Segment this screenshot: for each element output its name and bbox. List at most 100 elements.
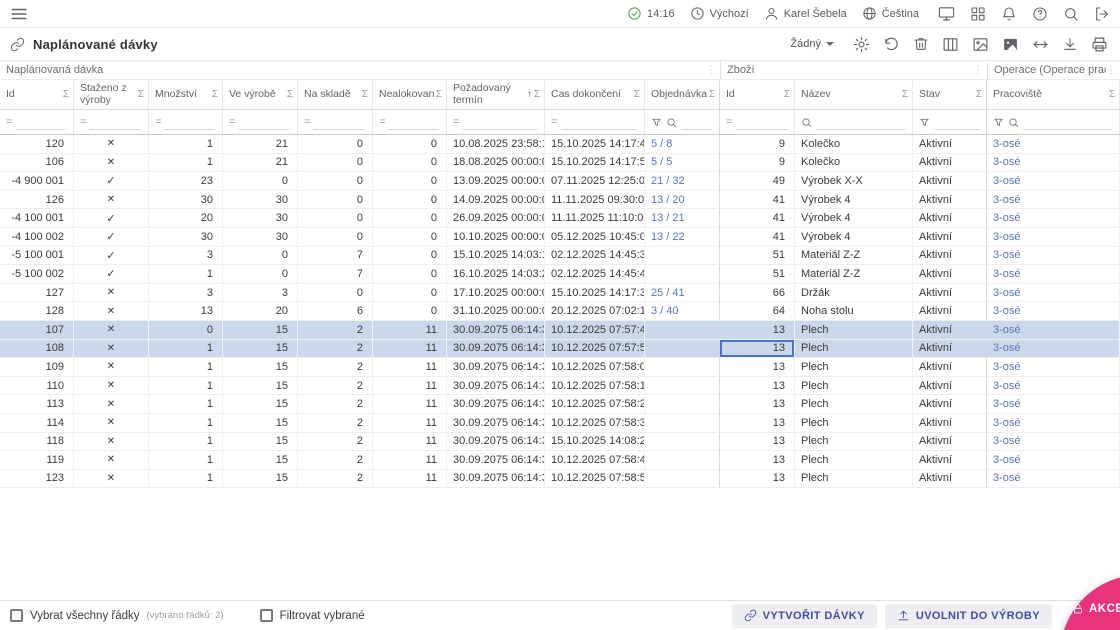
- table-row[interactable]: -5 100 001 ✓ 3 0 7 0 15.10.2025 14:03:12 02.12.…: [0, 246, 1120, 266]
- equals-operator-icon[interactable]: =: [453, 116, 459, 128]
- fit-width-button[interactable]: [1030, 34, 1051, 55]
- column-header-in-stock[interactable]: Na skladě Σ: [298, 80, 373, 109]
- release-to-production-button[interactable]: UVOLNIT DO VÝROBY: [884, 603, 1052, 628]
- import-image-button[interactable]: [1000, 34, 1021, 55]
- filter-input-required-date[interactable]: [463, 114, 537, 130]
- order-link[interactable]: 13 / 21: [651, 212, 685, 224]
- column-header-completion-date[interactable]: Čas dokončení Σ: [545, 80, 645, 109]
- aggregate-icon[interactable]: Σ: [63, 89, 69, 100]
- search-button[interactable]: [1061, 4, 1081, 24]
- order-link[interactable]: 25 / 41: [651, 287, 685, 299]
- workplace-link[interactable]: 3-osé: [993, 398, 1021, 410]
- notifications-button[interactable]: [999, 4, 1019, 24]
- table-row[interactable]: 118 ✕ 1 15 2 11 30.09.2075 06:14:35 15.10.2025 …: [0, 432, 1120, 452]
- language-selector[interactable]: Čeština: [862, 6, 919, 21]
- workplace-link[interactable]: 3-osé: [993, 324, 1021, 336]
- aggregate-icon[interactable]: Σ: [212, 89, 218, 100]
- aggregate-icon[interactable]: Σ: [784, 89, 790, 100]
- aggregate-icon[interactable]: Σ: [1109, 89, 1115, 100]
- table-row[interactable]: 127 ✕ 3 3 0 0 17.10.2025 00:00:00 15.10.2025 14…: [0, 283, 1120, 303]
- profile-selector[interactable]: Výchozí: [690, 6, 749, 21]
- order-link[interactable]: 5 / 8: [651, 138, 672, 150]
- workplace-link[interactable]: 3-osé: [993, 175, 1021, 187]
- equals-operator-icon[interactable]: =: [80, 116, 86, 128]
- table-row[interactable]: 126 ✕ 30 30 0 0 14.09.2025 00:00:00 11.11.2025 …: [0, 190, 1120, 210]
- table-row[interactable]: 108 ✕ 1 15 2 11 30.09.2075 06:14:35 10.12.2025 …: [0, 339, 1120, 359]
- order-link[interactable]: 13 / 22: [651, 231, 685, 243]
- filter-input-workplace[interactable]: [1023, 114, 1112, 130]
- column-header-unallocated[interactable]: NealokovanéΣ: [373, 80, 447, 109]
- column-header-goods-id[interactable]: Id Σ: [720, 80, 795, 109]
- workplace-link[interactable]: 3-osé: [993, 417, 1021, 429]
- filter-input-quantity[interactable]: [165, 114, 215, 130]
- table-row[interactable]: 128 ✕ 13 20 6 0 31.10.2025 00:00:00 20.12.2025 …: [0, 302, 1120, 321]
- filter-selected-checkbox[interactable]: [259, 609, 273, 622]
- equals-operator-icon[interactable]: =: [229, 116, 235, 128]
- filter-input-goods-name[interactable]: [816, 114, 905, 130]
- delete-button[interactable]: [911, 34, 931, 54]
- workplace-link[interactable]: 3-osé: [993, 305, 1021, 317]
- order-link[interactable]: 21 / 32: [651, 175, 685, 187]
- workplace-link[interactable]: 3-osé: [993, 287, 1021, 299]
- table-row[interactable]: 120 ✕ 1 21 0 0 10.08.2025 23:58:17 15.10.2025 1…: [0, 135, 1120, 154]
- filter-input-in-production[interactable]: [239, 114, 290, 130]
- aggregate-icon[interactable]: Σ: [287, 89, 293, 100]
- workplace-link[interactable]: 3-osé: [993, 361, 1021, 373]
- table-row[interactable]: -4 900 001 ✓ 23 0 0 0 13.09.2025 00:00:00 07.11…: [0, 172, 1120, 191]
- table-row[interactable]: 107 ✕ 0 15 2 11 30.09.2075 06:14:35 10.12.2025 …: [0, 320, 1120, 340]
- aggregate-icon[interactable]: Σ: [902, 89, 908, 100]
- column-header-id[interactable]: Id Σ: [0, 80, 74, 109]
- settings-button[interactable]: [851, 34, 872, 55]
- table-row[interactable]: 119 ✕ 1 15 2 11 30.09.2075 06:14:35 10.12.2025 …: [0, 451, 1120, 470]
- logout-button[interactable]: [1092, 4, 1112, 24]
- columns-button[interactable]: [940, 34, 961, 55]
- equals-operator-icon[interactable]: =: [304, 116, 310, 128]
- user-menu[interactable]: Karel Šebela: [764, 6, 847, 21]
- download-button[interactable]: [1060, 34, 1080, 54]
- column-header-in-production[interactable]: Ve výrobě Σ: [223, 80, 298, 109]
- equals-operator-icon[interactable]: =: [726, 116, 732, 128]
- order-link[interactable]: 5 / 5: [651, 156, 672, 168]
- workplace-link[interactable]: 3-osé: [993, 194, 1021, 206]
- column-header-required-date[interactable]: Požadovaný termín ↑ Σ: [447, 80, 545, 109]
- table-row[interactable]: 123 ✕ 1 15 2 11 30.09.2075 06:14:35 10.12.2025 …: [0, 469, 1120, 489]
- aggregate-icon[interactable]: Σ: [534, 89, 540, 100]
- workplace-link[interactable]: 3-osé: [993, 472, 1021, 484]
- table-row[interactable]: 109 ✕ 1 15 2 11 30.09.2075 06:14:35 10.12.2025 …: [0, 358, 1120, 377]
- filter-input-status[interactable]: [934, 114, 979, 130]
- apps-button[interactable]: [968, 4, 988, 24]
- column-header-goods-name[interactable]: Název Σ: [795, 80, 913, 109]
- equals-operator-icon[interactable]: =: [6, 116, 12, 128]
- workplace-link[interactable]: 3-osé: [993, 249, 1021, 261]
- aggregate-icon[interactable]: Σ: [634, 89, 640, 100]
- order-link[interactable]: 13 / 20: [651, 194, 685, 206]
- workplace-link[interactable]: 3-osé: [993, 380, 1021, 392]
- export-image-button[interactable]: [970, 34, 991, 55]
- workplace-link[interactable]: 3-osé: [993, 342, 1021, 354]
- aggregate-icon[interactable]: Σ: [362, 89, 368, 100]
- filter-input-pulled[interactable]: [90, 114, 141, 130]
- column-header-workplace[interactable]: Pracoviště Σ: [987, 80, 1120, 109]
- column-header-quantity[interactable]: Množství Σ: [149, 80, 223, 109]
- filter-funnel-icon[interactable]: [919, 117, 930, 128]
- filter-input-in-stock[interactable]: [314, 114, 365, 130]
- filter-preset-dropdown[interactable]: Žádný: [790, 38, 834, 50]
- workplace-link[interactable]: 3-osé: [993, 435, 1021, 447]
- menu-button[interactable]: [8, 3, 30, 25]
- table-row[interactable]: 106 ✕ 1 21 0 0 18.08.2025 00:00:00 15.10.2025 1…: [0, 153, 1120, 173]
- filter-input-order[interactable]: [681, 114, 712, 130]
- equals-operator-icon[interactable]: =: [155, 116, 161, 128]
- table-row[interactable]: 113 ✕ 1 15 2 11 30.09.2075 06:14:35 10.12.2025 …: [0, 395, 1120, 414]
- displays-button[interactable]: [936, 3, 957, 24]
- filter-funnel-icon[interactable]: [993, 117, 1004, 128]
- column-header-status[interactable]: Stav Σ: [913, 80, 987, 109]
- aggregate-icon[interactable]: Σ: [976, 89, 982, 100]
- workplace-link[interactable]: 3-osé: [993, 138, 1021, 150]
- drag-handle-icon[interactable]: ⋮: [706, 65, 716, 76]
- equals-operator-icon[interactable]: =: [379, 116, 385, 128]
- drag-handle-icon[interactable]: ⋮: [1106, 65, 1116, 76]
- filter-funnel-icon[interactable]: [651, 117, 662, 128]
- table-row[interactable]: 110 ✕ 1 15 2 11 30.09.2075 06:14:35 10.12.2025 …: [0, 376, 1120, 396]
- table-row[interactable]: -4 100 001 ✓ 20 30 0 0 26.09.2025 00:00:00 11.1…: [0, 209, 1120, 228]
- aggregate-icon[interactable]: Σ: [709, 89, 715, 100]
